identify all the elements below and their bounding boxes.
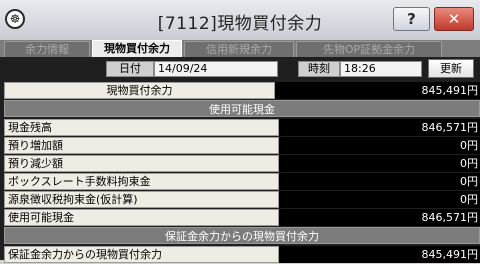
table-row: 預り増加額 0円: [0, 137, 480, 155]
row-label: 現金残高: [4, 119, 279, 136]
row-value: 846,571円: [279, 119, 480, 136]
table-row: 保証金余力からの現物買付余力 845,491円: [0, 246, 480, 264]
date-time-row: 日付 14/09/24 時刻 18:26 更新: [0, 57, 480, 79]
section-header-cash: 使用可能現金: [4, 100, 480, 117]
refresh-button[interactable]: 更新: [428, 59, 474, 78]
row-label: 源泉徴収税拘束金(仮計算): [4, 191, 279, 208]
close-button[interactable]: ✕: [434, 7, 474, 31]
tab-yoryoku-info[interactable]: 余力情報: [4, 41, 90, 57]
time-label: 時刻: [298, 61, 340, 77]
help-button[interactable]: ?: [393, 7, 430, 31]
row-value: 845,491円: [279, 246, 480, 263]
time-value: 18:26: [340, 61, 422, 77]
content-panel: 日付 14/09/24 時刻 18:26 更新 現物買付余力 845,491円 …: [0, 57, 480, 263]
row-value: 0円: [279, 155, 480, 172]
tab-genbutsu-kaitsuke[interactable]: 現物買付余力: [92, 40, 182, 57]
row-label: 保証金余力からの現物買付余力: [4, 246, 279, 263]
section-header-margin: 保証金余力からの現物買付余力: [4, 227, 480, 244]
table-row: 源泉徴収税拘束金(仮計算) 0円: [0, 191, 480, 209]
date-label: 日付: [106, 61, 154, 77]
table-row: 預り減少額 0円: [0, 155, 480, 173]
row-value: 0円: [279, 191, 480, 208]
row-value: 0円: [279, 137, 480, 154]
tab-bar: 余力情報 現物買付余力 信用新規余力 先物OP証拠金余力: [0, 40, 480, 57]
title-bar: ☸ [7112]現物買付余力 ? ✕: [0, 0, 480, 41]
row-label: 預り減少額: [4, 155, 279, 172]
row-label: 預り増加額: [4, 137, 279, 154]
summary-label: 現物買付余力: [4, 82, 275, 99]
summary-row: 現物買付余力 845,491円: [0, 82, 480, 100]
row-label: 使用可能現金: [4, 209, 279, 226]
tab-shinyo-shinki[interactable]: 信用新規余力: [184, 41, 294, 57]
table-row: 使用可能現金 846,571円: [0, 209, 480, 227]
tab-sakimono-op[interactable]: 先物OP証拠金余力: [296, 41, 442, 57]
row-label: ボックスレート手数料拘束金: [4, 173, 279, 190]
date-value: 14/09/24: [154, 61, 278, 77]
table-row: 現金残高 846,571円: [0, 119, 480, 137]
row-value: 846,571円: [279, 209, 480, 226]
table-row: ボックスレート手数料拘束金 0円: [0, 173, 480, 191]
summary-value: 845,491円: [275, 82, 480, 99]
row-value: 0円: [279, 173, 480, 190]
